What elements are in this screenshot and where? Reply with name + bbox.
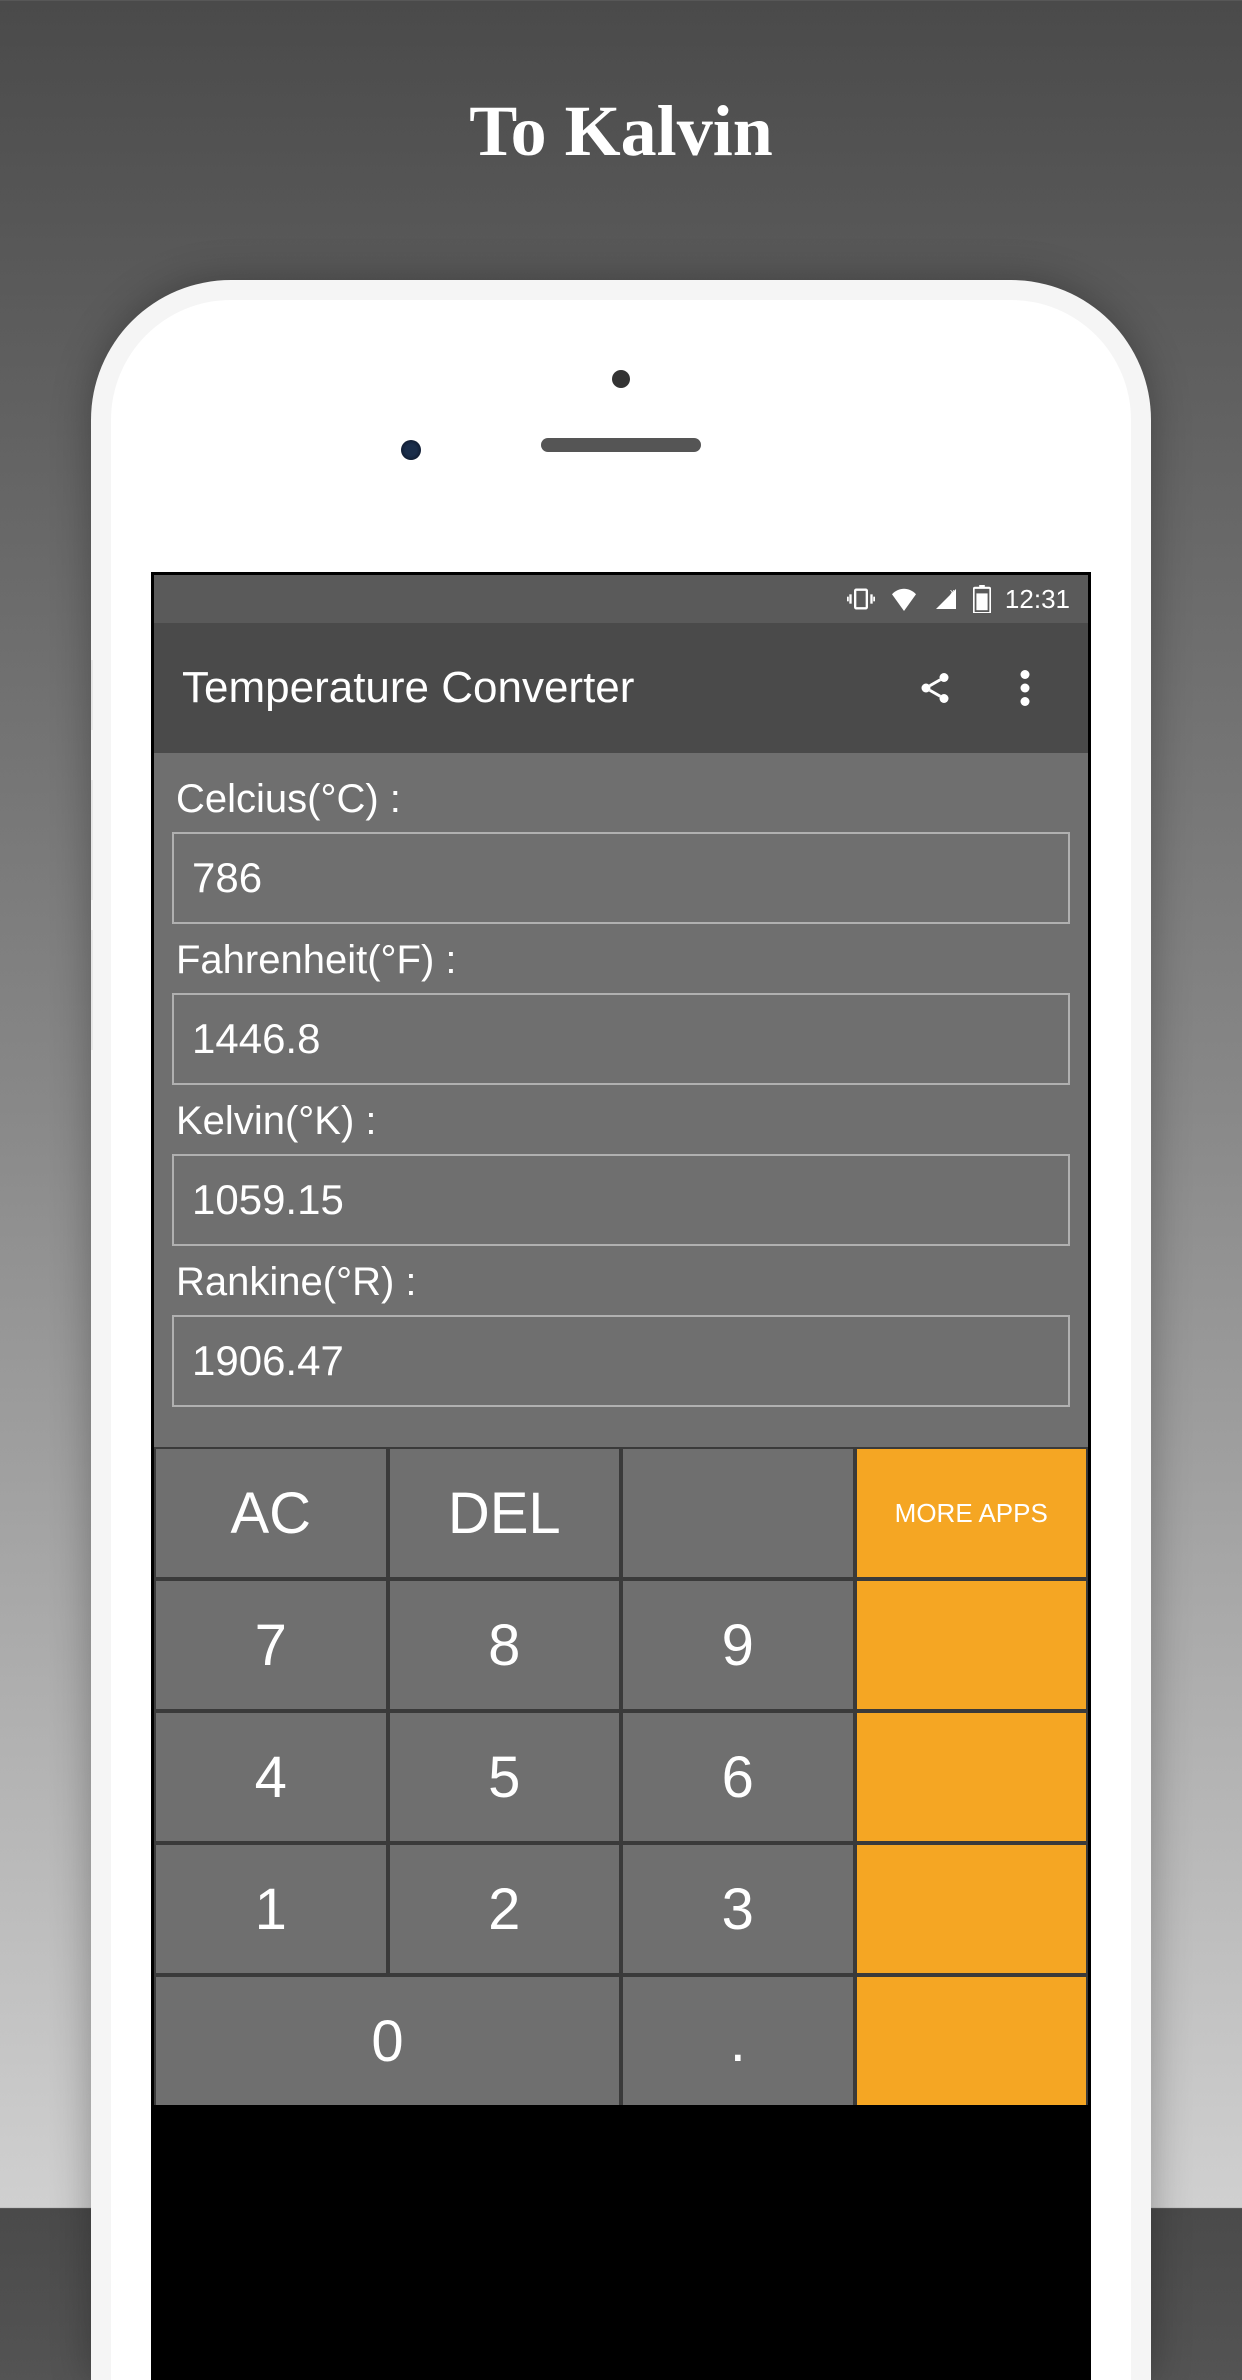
phone-camera-icon [401,440,421,460]
key-more-apps[interactable]: MORE APPS [857,1449,1087,1577]
status-time: 12:31 [1005,584,1070,615]
key-del[interactable]: DEL [390,1449,620,1577]
phone-camera-dot [612,370,630,388]
key-8[interactable]: 8 [390,1581,620,1709]
more-vertical-icon[interactable] [990,653,1060,723]
app-bar: Temperature Converter [154,623,1088,753]
app-title: Temperature Converter [182,663,880,713]
vibrate-icon [847,585,875,613]
phone-speaker [541,438,701,452]
key-9[interactable]: 9 [623,1581,853,1709]
fahrenheit-input[interactable] [172,993,1070,1085]
share-icon[interactable] [900,653,970,723]
page-title: To Kalvin [0,0,1242,173]
key-orange-row4[interactable] [857,1977,1087,2105]
signal-icon: x [933,587,959,611]
celcius-label: Celcius(°C) : [172,763,1070,832]
wifi-icon [889,587,919,611]
celcius-input[interactable] [172,832,1070,924]
key-dot[interactable]: . [623,1977,853,2105]
key-orange-row2[interactable] [857,1713,1087,1841]
status-bar: x 12:31 [154,575,1088,623]
key-0[interactable]: 0 [156,1977,619,2105]
key-5[interactable]: 5 [390,1713,620,1841]
rankine-label: Rankine(°R) : [172,1246,1070,1315]
key-3[interactable]: 3 [623,1845,853,1973]
key-orange-row1[interactable] [857,1581,1087,1709]
fahrenheit-label: Fahrenheit(°F) : [172,924,1070,993]
keypad: AC DEL MORE APPS 7 8 9 4 5 6 1 2 3 0 . [154,1447,1088,2105]
kelvin-label: Kelvin(°K) : [172,1085,1070,1154]
key-7[interactable]: 7 [156,1581,386,1709]
key-6[interactable]: 6 [623,1713,853,1841]
key-empty [623,1449,853,1577]
key-1[interactable]: 1 [156,1845,386,1973]
key-2[interactable]: 2 [390,1845,620,1973]
phone-frame: x 12:31 Temperature Converter Celcius(°C… [91,280,1151,2380]
svg-text:x: x [950,587,955,597]
phone-screen: x 12:31 Temperature Converter Celcius(°C… [151,572,1091,2380]
key-4[interactable]: 4 [156,1713,386,1841]
kelvin-input[interactable] [172,1154,1070,1246]
converter-content: Celcius(°C) : Fahrenheit(°F) : Kelvin(°K… [154,753,1088,1447]
rankine-input[interactable] [172,1315,1070,1407]
battery-icon [973,585,991,613]
key-orange-row3[interactable] [857,1845,1087,1973]
key-ac[interactable]: AC [156,1449,386,1577]
